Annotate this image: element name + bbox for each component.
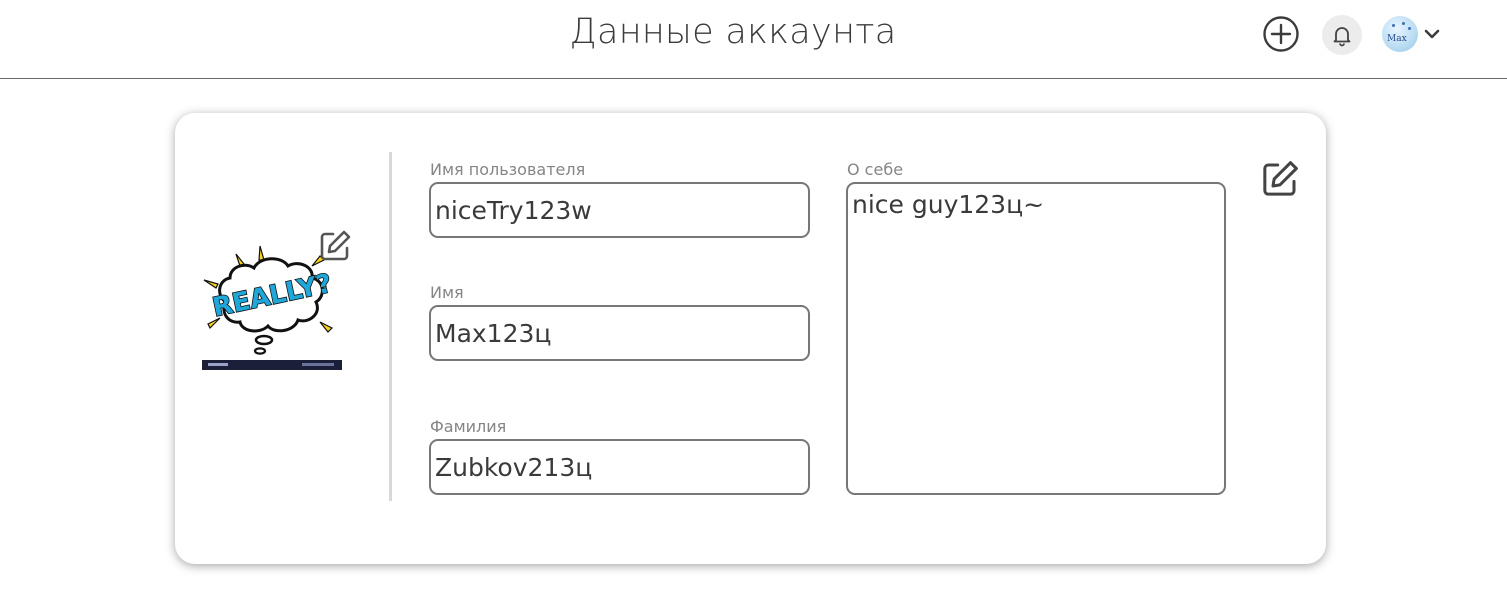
chevron-down-icon (1424, 29, 1440, 39)
page-title: Данные аккаунта (569, 12, 897, 52)
avatar-dot (1408, 27, 1411, 30)
pencil-square-icon (1263, 161, 1298, 196)
avatar-dot (1392, 24, 1395, 27)
vertical-divider (389, 152, 392, 501)
last-name-input[interactable] (429, 439, 810, 495)
first-name-label: Имя (430, 283, 464, 302)
first-name-input[interactable] (429, 305, 810, 361)
pencil-square-icon (320, 230, 351, 261)
plus-circle-icon (1263, 16, 1299, 52)
about-label: О себе (847, 160, 904, 179)
username-label: Имя пользователя (430, 160, 586, 179)
avatar-text: Max (1387, 34, 1407, 44)
notifications-button[interactable] (1322, 15, 1362, 55)
avatar: Max (1382, 16, 1418, 52)
about-textarea[interactable]: nice guy123ц~ (846, 182, 1226, 495)
header-bar: Данные аккаунта Max (0, 0, 1507, 79)
avatar-dot (1402, 22, 1405, 25)
add-button[interactable] (1262, 15, 1300, 53)
bell-icon (1333, 27, 1351, 47)
photo-edit-button[interactable] (317, 228, 353, 264)
account-card: REALLY? Имя пользователя Имя Фамилия О с… (175, 113, 1326, 564)
user-menu-button[interactable]: Max (1382, 15, 1444, 53)
last-name-label: Фамилия (430, 417, 507, 436)
profile-edit-button[interactable] (1259, 158, 1301, 200)
username-input[interactable] (429, 182, 810, 238)
